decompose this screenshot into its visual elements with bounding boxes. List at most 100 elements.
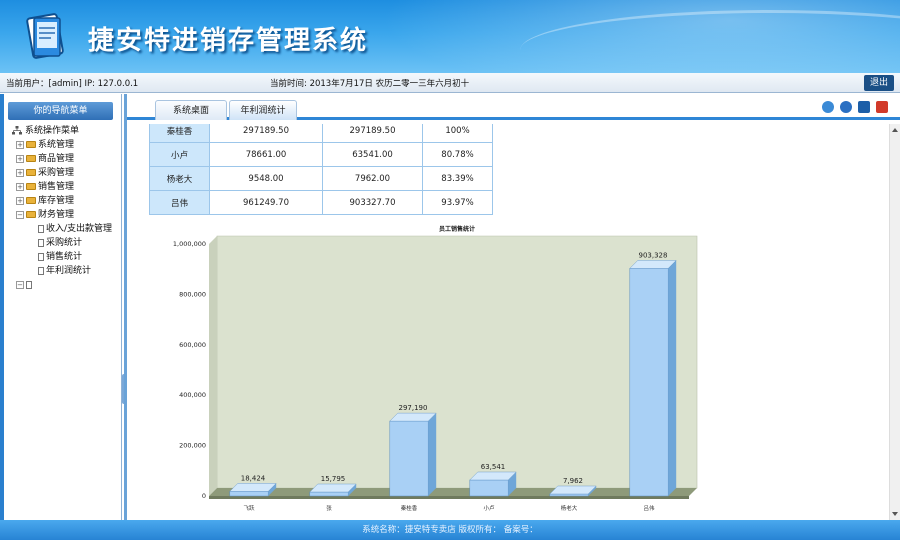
app-header: 捷安特进销存管理系统 bbox=[0, 0, 900, 73]
content-area: 秦桂香 297189.50 297189.50 100% 小卢 78661.00… bbox=[127, 124, 889, 520]
vertical-scrollbar[interactable] bbox=[889, 124, 900, 520]
bar-value-label: 63,541 bbox=[481, 463, 506, 471]
x-tick-label: 吕伟 bbox=[643, 504, 655, 512]
expand-icon[interactable]: + bbox=[16, 154, 24, 163]
logout-button[interactable]: 退出 bbox=[864, 75, 894, 91]
sidebar-title: 你的导航菜单 bbox=[8, 102, 113, 120]
book-logo-icon bbox=[26, 13, 64, 59]
sidebar-item-label: 采购管理 bbox=[38, 168, 75, 178]
x-tick-label: 秦桂香 bbox=[401, 504, 418, 512]
bar-value-label: 18,424 bbox=[241, 474, 266, 482]
bar-top bbox=[229, 483, 277, 492]
minimize-icon[interactable] bbox=[858, 101, 871, 113]
y-tick-label: 200,000 bbox=[179, 442, 206, 450]
table-cell: 83.39% bbox=[422, 166, 493, 191]
sidebar-item-inventory[interactable]: + 库存管理 bbox=[12, 194, 121, 208]
nav-tree: 系统操作菜单 + 系统管理 + 商品管理 + 采购管理 + 销售管理 + 库存管理 − 财务… bbox=[12, 124, 121, 292]
y-tick-label: 1,000,000 bbox=[173, 240, 206, 248]
sidebar-item-sales[interactable]: + 销售管理 bbox=[12, 180, 121, 194]
table-cell: 961249.70 bbox=[209, 190, 323, 215]
folder-icon bbox=[26, 141, 36, 148]
table-cell: 100% bbox=[422, 124, 493, 143]
sidebar-item-label: 库存管理 bbox=[38, 196, 75, 206]
bar-value-label: 297,190 bbox=[399, 404, 428, 412]
bar-side bbox=[668, 260, 677, 496]
folder-icon bbox=[26, 183, 36, 190]
footer: 系统名称：捷安特专卖店 版权所有： 备案号： bbox=[0, 520, 900, 540]
bar-top bbox=[469, 471, 517, 481]
tab-annual-profit[interactable]: 年利润统计 bbox=[229, 100, 297, 120]
tab-desktop[interactable]: 系统桌面 bbox=[155, 100, 227, 120]
folder-icon bbox=[26, 197, 36, 204]
chart-title: 员工销售统计 bbox=[439, 225, 475, 233]
sidebar-subitem-label: 采购统计 bbox=[46, 238, 83, 248]
sidebar-item-finance[interactable]: − 财务管理 bbox=[12, 208, 121, 222]
scroll-down-icon[interactable] bbox=[892, 512, 898, 516]
expand-icon[interactable]: + bbox=[16, 196, 24, 205]
sidebar-subitem-income-expense[interactable]: 收入/支出款管理 bbox=[12, 222, 121, 236]
bar bbox=[549, 493, 589, 497]
tree-root-label: 系统操作菜单 bbox=[25, 126, 80, 136]
table-cell-name: 秦桂香 bbox=[149, 124, 210, 143]
sidebar-item-label: 销售管理 bbox=[38, 182, 75, 192]
table-cell: 78661.00 bbox=[209, 142, 323, 167]
expand-icon[interactable]: + bbox=[16, 140, 24, 149]
x-tick-label: 杨老大 bbox=[561, 504, 578, 512]
bar-top bbox=[549, 485, 597, 495]
bar-top bbox=[309, 483, 357, 493]
expand-icon[interactable]: + bbox=[16, 182, 24, 191]
table-cell: 7962.00 bbox=[322, 166, 423, 191]
sidebar-item-empty[interactable]: − bbox=[12, 278, 121, 292]
close-icon[interactable] bbox=[876, 101, 888, 113]
folder-icon bbox=[26, 155, 36, 162]
collapse-icon[interactable]: − bbox=[16, 210, 24, 219]
table-cell: 63541.00 bbox=[322, 142, 423, 167]
table-row: 杨老大 9548.00 7962.00 83.39% bbox=[149, 166, 493, 191]
sidebar-subitem-label: 年利润统计 bbox=[46, 266, 92, 276]
app-title: 捷安特进销存管理系统 bbox=[88, 26, 369, 56]
sidebar-item-system[interactable]: + 系统管理 bbox=[12, 138, 121, 152]
sidebar-item-goods[interactable]: + 商品管理 bbox=[12, 152, 121, 166]
chart-floor-edge bbox=[209, 496, 689, 499]
main-panel: 系统桌面 年利润统计 秦桂香 297189.50 297189.50 100% … bbox=[124, 94, 900, 520]
sidebar-item-purchase[interactable]: + 采购管理 bbox=[12, 166, 121, 180]
table-cell: 297189.50 bbox=[322, 124, 423, 143]
sidebar-subitem-label: 收入/支出款管理 bbox=[46, 224, 113, 234]
table-cell: 297189.50 bbox=[209, 124, 323, 143]
bar-value-label: 903,328 bbox=[639, 251, 668, 259]
table-cell: 9548.00 bbox=[209, 166, 323, 191]
document-icon bbox=[38, 266, 44, 275]
bar bbox=[229, 491, 269, 497]
refresh-icon[interactable] bbox=[822, 101, 835, 113]
document-icon bbox=[38, 238, 44, 247]
help-icon[interactable] bbox=[840, 101, 853, 113]
table-row: 小卢 78661.00 63541.00 80.78% bbox=[149, 142, 493, 167]
x-tick-label: 张 bbox=[326, 504, 332, 512]
scroll-up-icon[interactable] bbox=[892, 128, 898, 132]
sidebar-subitem-annual-profit[interactable]: 年利润统计 bbox=[12, 264, 121, 278]
expand-icon[interactable]: − bbox=[16, 280, 24, 289]
info-bar: 当前用户：[admin] IP: 127.0.0.1 当前时间: 2013年7月… bbox=[0, 73, 900, 93]
sidebar-subitem-sales-stats[interactable]: 销售统计 bbox=[12, 250, 121, 264]
sidebar-subitem-purchase-stats[interactable]: 采购统计 bbox=[12, 236, 121, 250]
sitemap-icon bbox=[12, 126, 22, 135]
y-tick-label: 800,000 bbox=[179, 290, 206, 298]
table-cell: 903327.70 bbox=[322, 190, 423, 215]
table-row: 吕伟 961249.70 903327.70 93.97% bbox=[149, 190, 493, 215]
chart-plot-area bbox=[216, 235, 698, 489]
table-row: 秦桂香 297189.50 297189.50 100% bbox=[149, 124, 493, 143]
x-tick-label: 小卢 bbox=[483, 504, 495, 512]
sidebar-item-label: 商品管理 bbox=[38, 154, 75, 164]
bar bbox=[629, 268, 669, 497]
bar-side bbox=[428, 413, 437, 496]
tree-root[interactable]: 系统操作菜单 bbox=[12, 124, 121, 138]
expand-icon[interactable]: + bbox=[16, 168, 24, 177]
document-icon bbox=[26, 280, 32, 289]
current-time-text: 当前时间: 2013年7月17日 农历二零一三年六月初十 bbox=[270, 79, 470, 89]
y-tick-label: 0 bbox=[202, 492, 206, 500]
y-tick-label: 400,000 bbox=[179, 391, 206, 399]
sales-bar-chart: 员工销售统计 0 200,000 400,000 600,000 800,000 1,000… bbox=[173, 225, 698, 512]
bar-value-label: 7,962 bbox=[563, 477, 583, 485]
document-icon bbox=[38, 224, 44, 233]
sidebar-item-label: 财务管理 bbox=[38, 210, 75, 220]
